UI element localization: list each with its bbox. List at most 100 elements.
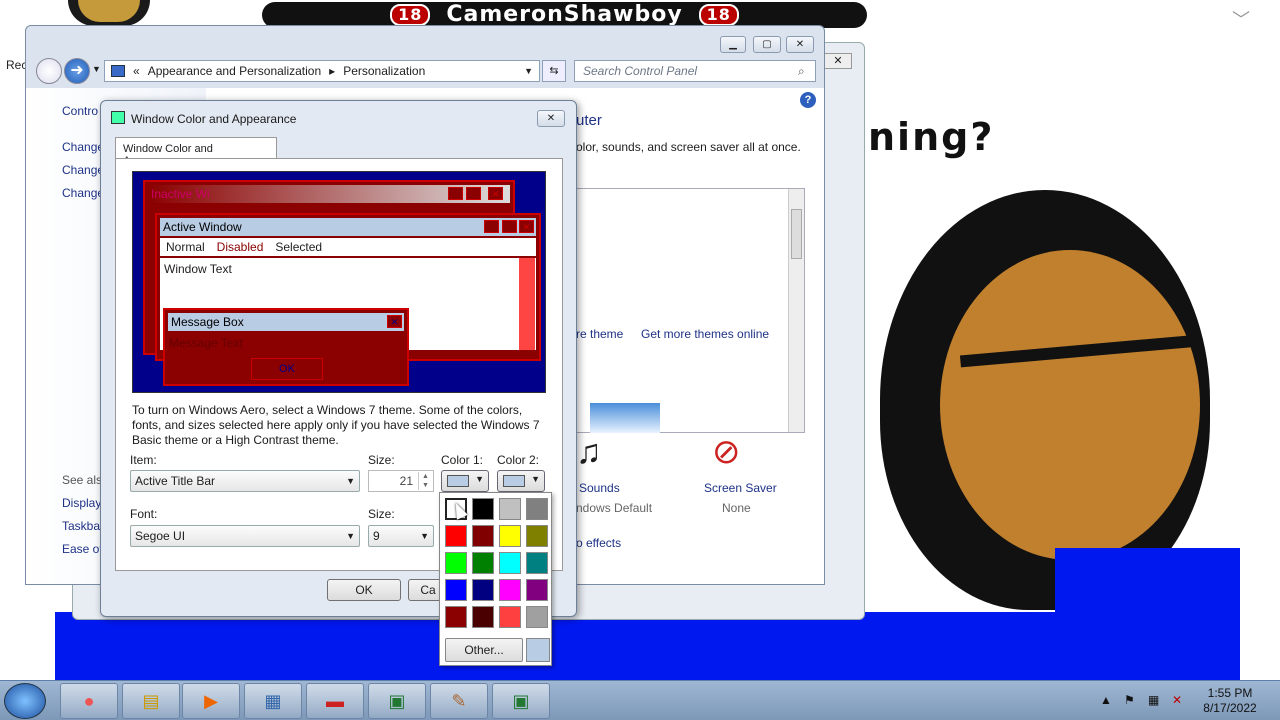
current-color-swatch [526,638,550,662]
screen-saver-label[interactable]: Screen Saver [704,481,777,495]
explorer-taskbar-icon[interactable]: ▤ [122,683,180,719]
font-label: Font: [130,507,158,521]
color-swatch[interactable] [526,606,548,628]
color-swatch[interactable] [445,579,467,601]
background-blue-floor [55,612,1240,680]
color-swatch[interactable] [445,525,467,547]
ok-button[interactable]: OK [327,579,401,601]
color-swatch[interactable] [472,525,494,547]
help-icon[interactable]: ? [800,92,816,108]
network-icon[interactable]: ▦ [1148,693,1159,707]
breadcrumb-separator[interactable]: ▸ [329,64,335,78]
left-link-control-panel-home[interactable]: Contro [62,104,98,118]
page-subheading: olor, sounds, and screen saver all at on… [576,140,801,154]
sounds-label[interactable]: Sounds [579,481,620,495]
font-size-value: 9 [373,529,380,543]
color-swatch[interactable] [472,606,494,628]
preview-ok-button[interactable]: OK [251,358,323,380]
breadcrumb-personalization[interactable]: Personalization [343,64,425,78]
close-icon[interactable]: ✕ [824,53,852,69]
preview-menu-disabled[interactable]: Disabled [211,238,270,256]
toolbox-taskbar-icon[interactable]: ▬ [306,683,364,719]
preview-scrollbar[interactable] [519,258,535,350]
color-swatch[interactable] [499,498,521,520]
monitor-taskbar-icon[interactable]: ▣ [368,683,426,719]
color-swatch[interactable] [499,552,521,574]
other-color-button[interactable]: Other... [445,638,523,662]
show-hidden-icons-icon[interactable]: ▲ [1100,693,1112,707]
navigation-bar: ➜ ▼ « Appearance and Personalization ▸ P… [26,56,824,88]
color-swatch[interactable] [526,579,548,601]
save-theme-link[interactable]: re theme [576,327,623,341]
close-button[interactable]: ✕ [786,36,814,53]
chevron-down-icon: ▼ [346,476,355,486]
effects-link[interactable]: o effects [576,536,621,550]
screen-saver-value: None [722,501,751,515]
tab-window-color[interactable]: Window Color and Appearance [115,137,277,167]
color-swatch[interactable] [445,606,467,628]
color-swatch[interactable] [499,606,521,628]
item-select-value: Active Title Bar [135,474,216,488]
see-also-display[interactable]: Display [62,496,101,510]
maximize-button[interactable]: ▢ [753,36,781,53]
breadcrumb-overflow[interactable]: « [133,64,140,78]
stepper-arrows-icon[interactable]: ▲ ▼ [418,472,432,490]
left-link-3[interactable]: Change [62,186,104,200]
font-size-select[interactable]: 9 ▼ [368,525,434,547]
preview-menu-normal[interactable]: Normal [160,238,211,256]
control-panel-taskbar-icon[interactable]: ▦ [244,683,302,719]
preview-menu-selected[interactable]: Selected [269,238,328,256]
preview-menu-bar: Normal Disabled Selected [160,238,536,256]
color-swatch[interactable] [526,525,548,547]
sounds-icon[interactable]: ♫ [576,428,624,476]
themes-list[interactable] [576,188,805,433]
display-taskbar-icon[interactable]: ▣ [492,683,550,719]
preview-message-box[interactable]: Message Box ✕ Message Text OK [163,308,409,386]
color2-label: Color 2: [497,453,540,467]
size-label: Size: [368,453,395,467]
color-swatch[interactable] [526,498,548,520]
see-also-taskbar[interactable]: Taskba [62,519,100,533]
background-shape-inner [940,250,1200,560]
more-themes-link[interactable]: Get more themes online [641,327,769,341]
back-button[interactable] [36,58,62,84]
clock-time: 1:55 PM [1207,686,1253,700]
dialog-close-button[interactable]: ✕ [537,110,565,127]
color2-button[interactable]: ▼ [497,470,545,492]
see-also-ease[interactable]: Ease of [62,542,103,556]
forward-button[interactable]: ➜ [64,58,90,84]
color-swatch[interactable] [445,552,467,574]
appearance-preview[interactable]: Inactive Wi ✕ Active Window ✕ Normal Dis… [132,171,546,393]
start-button[interactable] [4,683,46,719]
paint-taskbar-icon[interactable]: ✎ [430,683,488,719]
color-swatch[interactable] [499,525,521,547]
color-swatch[interactable] [472,579,494,601]
color-swatch[interactable] [472,552,494,574]
taskbar: ● ▤ ▶ ▦ ▬ ▣ ✎ ▣ ▲ ⚑ ▦ ✕ 1:55 PM 8/17/202… [0,680,1280,720]
color-swatch[interactable] [526,552,548,574]
address-bar[interactable]: « Appearance and Personalization ▸ Perso… [104,60,540,82]
item-select[interactable]: Active Title Bar ▼ [130,470,360,492]
themes-scrollbar[interactable] [788,189,804,432]
media-player-taskbar-icon[interactable]: ▶ [182,683,240,719]
size-stepper[interactable]: 21 ▲ ▼ [368,470,434,492]
size-stepper-value: 21 [399,474,413,488]
font-select[interactable]: Segoe UI ▼ [130,525,360,547]
search-icon[interactable]: ⌕ [798,64,805,79]
left-link-1[interactable]: Change [62,140,104,154]
refresh-button[interactable]: ⇆ [542,60,566,82]
color-swatch[interactable] [499,579,521,601]
clock[interactable]: 1:55 PM 8/17/2022 [1195,686,1265,716]
volume-muted-icon[interactable]: ✕ [1172,693,1182,707]
firefox-taskbar-icon[interactable]: ● [60,683,118,719]
search-input[interactable]: Search Control Panel [574,60,816,82]
recent-pages-chevron-icon[interactable]: ▼ [92,64,101,74]
minimize-button[interactable]: ▁ [720,36,746,53]
color1-button[interactable]: ▼ [441,470,489,492]
action-center-flag-icon[interactable]: ⚑ [1124,693,1135,707]
color-swatch[interactable] [472,498,494,520]
address-dropdown-icon[interactable]: ▼ [524,66,533,76]
breadcrumb-appearance[interactable]: Appearance and Personalization [148,64,321,78]
left-link-2[interactable]: Change [62,163,104,177]
screen-saver-icon[interactable]: ⊘ [712,428,760,476]
